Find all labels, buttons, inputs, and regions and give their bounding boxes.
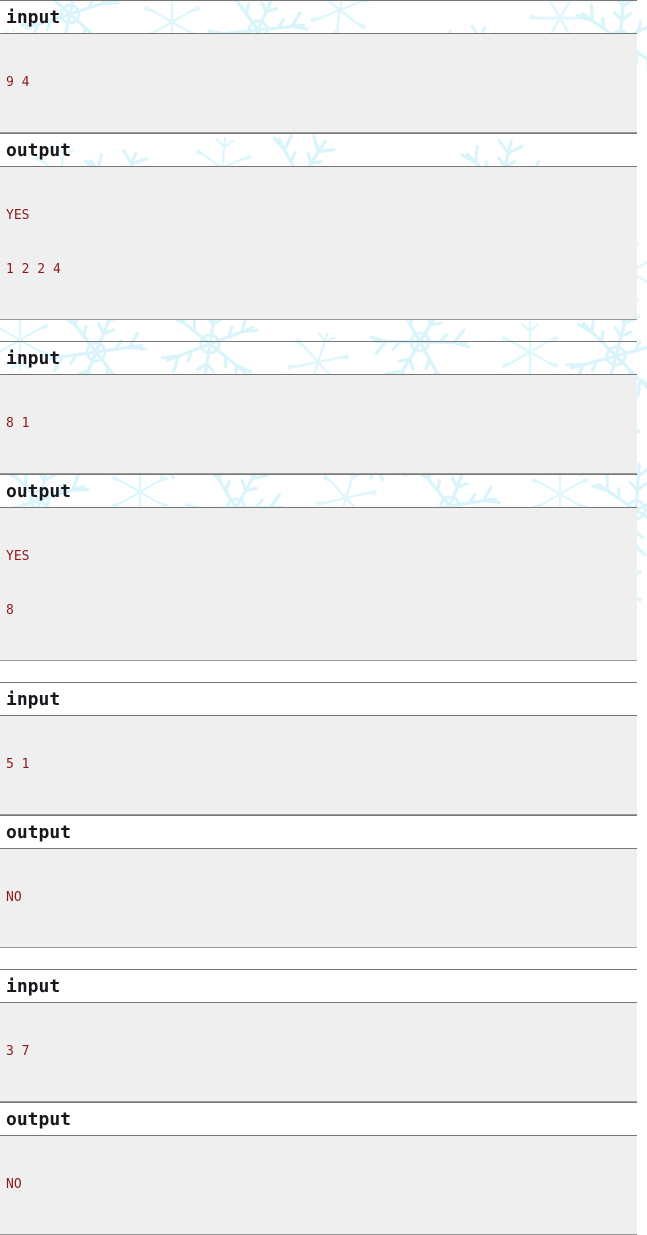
test-case-list: input 9 4 output YES 1 2 2 4 input 8 1 o… [0, 0, 637, 1235]
output-line: NO [6, 1177, 22, 1192]
test-case-block: input 5 1 output NO [0, 682, 637, 948]
output-heading: output [0, 1102, 637, 1135]
input-data: 3 7 [0, 1002, 637, 1102]
output-line: YES [6, 549, 30, 564]
page-root: input 9 4 output YES 1 2 2 4 input 8 1 o… [0, 0, 647, 1235]
test-case-block: input 8 1 output YES 8 [0, 341, 637, 661]
input-data: 9 4 [0, 33, 637, 133]
test-case-block: input 9 4 output YES 1 2 2 4 [0, 0, 637, 320]
input-heading: input [0, 0, 637, 33]
output-line: NO [6, 890, 22, 905]
input-heading: input [0, 682, 637, 715]
output-line: YES [6, 208, 30, 223]
input-line: 3 7 [6, 1044, 30, 1059]
input-data: 5 1 [0, 715, 637, 815]
output-heading: output [0, 474, 637, 507]
input-line: 9 4 [6, 75, 30, 90]
test-case-block: input 3 7 output NO [0, 969, 637, 1235]
output-data: YES 1 2 2 4 [0, 166, 637, 320]
output-heading: output [0, 815, 637, 848]
output-data: NO [0, 848, 637, 948]
output-data: YES 8 [0, 507, 637, 661]
input-line: 5 1 [6, 757, 30, 772]
input-heading: input [0, 341, 637, 374]
output-line: 1 2 2 4 [6, 262, 61, 277]
output-heading: output [0, 133, 637, 166]
input-heading: input [0, 969, 637, 1002]
output-line: 8 [6, 603, 14, 618]
output-data: NO [0, 1135, 637, 1235]
input-data: 8 1 [0, 374, 637, 474]
input-line: 8 1 [6, 416, 30, 431]
